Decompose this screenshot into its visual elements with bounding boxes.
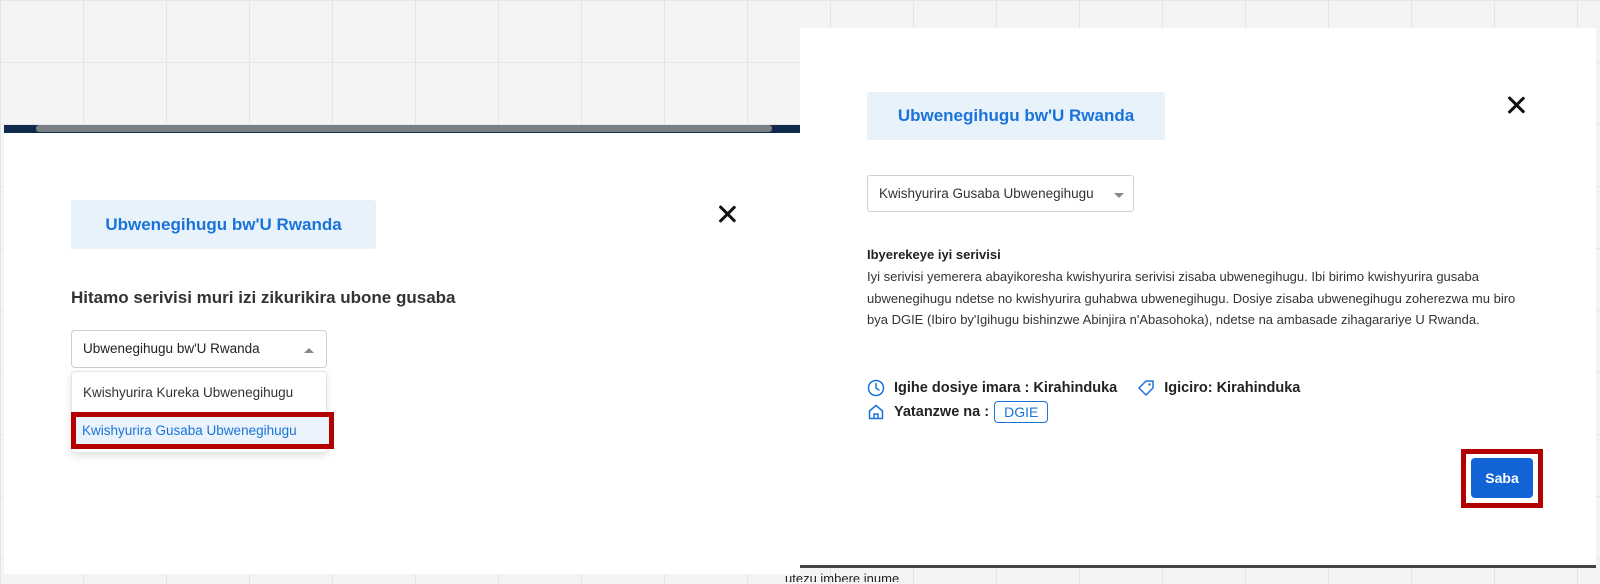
service-select[interactable]: Kwishyurira Gusaba Ubwenegihugu [867,175,1134,212]
close-icon[interactable] [716,203,738,225]
chevron-down-icon [1114,193,1124,198]
description-title: Ibyerekeye iyi serivisi [867,247,1001,262]
tag-icon [1138,380,1154,396]
dialog-title-chip: Ubwenegihugu bw'U Rwanda [71,200,376,249]
clock-icon [867,379,885,397]
dialog-title-chip: Ubwenegihugu bw'U Rwanda [867,92,1165,140]
saba-button[interactable]: Saba [1471,458,1533,498]
right-bottom-border [800,565,1596,568]
submit-highlight: Saba [1461,449,1543,508]
right-service-dialog: Ubwenegihugu bw'U Rwanda Kwishyurira Gus… [800,28,1596,567]
dropdown-option-kureka[interactable]: Kwishyurira Kureka Ubwenegihugu [72,375,326,411]
background-text: utezu imbere inume [785,571,900,582]
category-select[interactable]: Ubwenegihugu bw'U Rwanda [71,330,327,368]
highlighted-option[interactable]: Kwishyurira Gusaba Ubwenegihugu [71,412,334,449]
close-icon[interactable] [1505,94,1527,116]
duration-label: Igihe dosiye imara : Kirahinduka [894,380,1118,396]
price-label: Igiciro: Kirahinduka [1164,380,1301,396]
service-select-value: Kwishyurira Gusaba Ubwenegihugu [879,186,1094,201]
provider-label: Yatanzwe na : [894,404,990,420]
provider-badge: DGIE [994,401,1049,423]
provider-row: Yatanzwe na : DGIE [867,401,1049,423]
category-select-value: Ubwenegihugu bw'U Rwanda [83,341,260,356]
home-icon [868,404,884,420]
description-body: Iyi serivisi yemerera abayikoresha kwish… [867,269,1516,327]
left-service-dialog: Ubwenegihugu bw'U Rwanda Hitamo serivisi… [4,133,800,574]
horizontal-scrollbar[interactable] [36,125,772,132]
service-prompt-label: Hitamo serivisi muri izi zikurikira ubon… [71,288,456,307]
dropdown-option-gusaba[interactable]: Kwishyurira Gusaba Ubwenegihugu [82,423,297,438]
service-meta-row: Igihe dosiye imara : Kirahinduka Igiciro… [867,379,1300,397]
chevron-up-icon [304,348,314,353]
